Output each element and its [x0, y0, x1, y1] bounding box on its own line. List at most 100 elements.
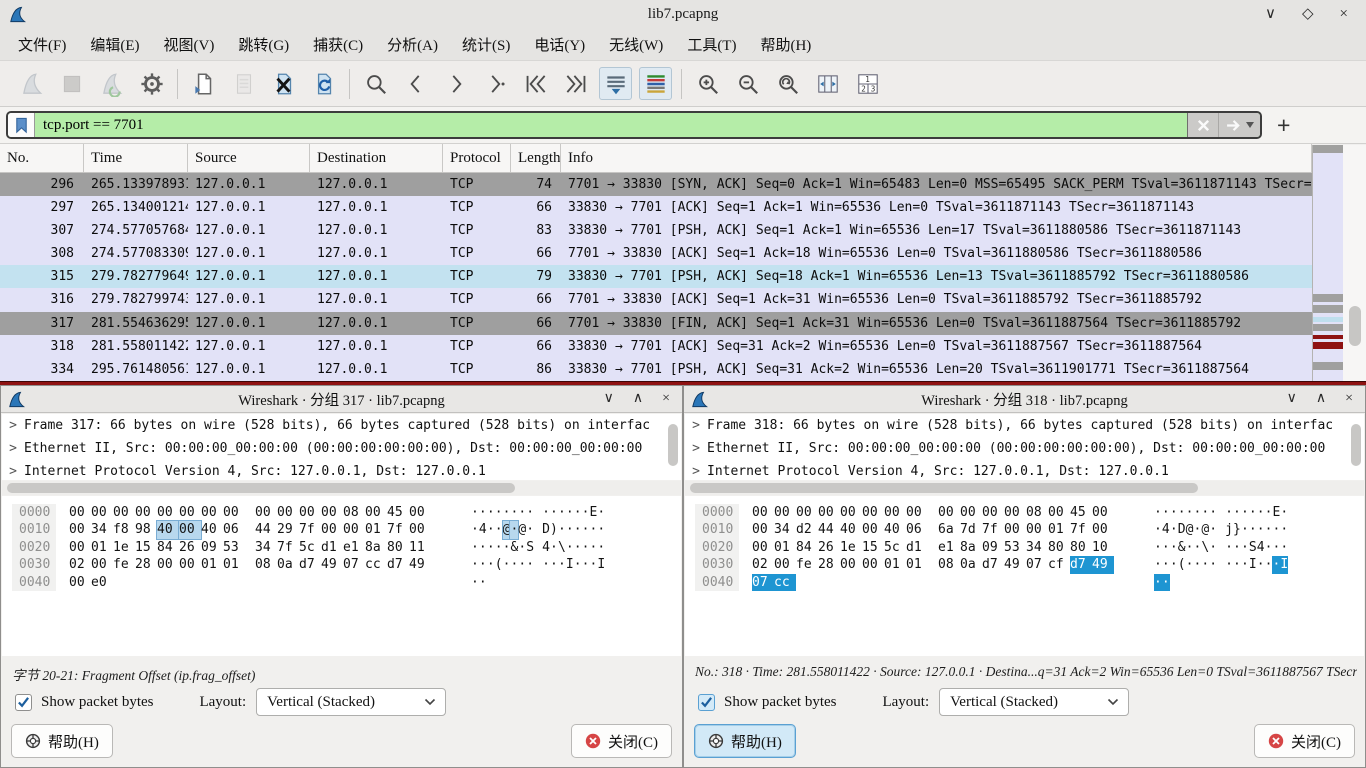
- ascii-char[interactable]: ·: [558, 521, 566, 538]
- ascii-char[interactable]: ·: [487, 539, 495, 556]
- go-back-button[interactable]: [399, 67, 432, 100]
- ascii-char[interactable]: ·: [1241, 556, 1249, 573]
- hex-byte[interactable]: 00: [752, 521, 774, 538]
- ascii-char[interactable]: @: [1186, 521, 1194, 538]
- ascii-char[interactable]: ·: [1249, 521, 1257, 538]
- file-reload-button[interactable]: [307, 67, 340, 100]
- hex-byte[interactable]: 00: [135, 504, 157, 521]
- column-header-time[interactable]: Time: [84, 144, 188, 172]
- ascii-char[interactable]: ·: [518, 504, 526, 521]
- column-header-info[interactable]: Info: [561, 144, 1312, 172]
- restore-icon[interactable]: ∧: [633, 392, 643, 406]
- hex-byte[interactable]: 01: [365, 521, 387, 538]
- ascii-char[interactable]: ·: [1178, 504, 1186, 521]
- hex-byte[interactable]: cc: [774, 574, 796, 591]
- ascii-char[interactable]: ·: [1265, 539, 1273, 556]
- ascii-char[interactable]: D: [542, 521, 550, 538]
- hex-byte[interactable]: 00: [862, 504, 884, 521]
- hex-byte[interactable]: 40: [884, 521, 906, 538]
- tree-row[interactable]: >Internet Protocol Version 4, Src: 127.0…: [2, 460, 681, 480]
- hex-byte[interactable]: 44: [818, 521, 840, 538]
- hex-byte[interactable]: 09: [982, 539, 1004, 556]
- ascii-char[interactable]: ·: [1257, 556, 1265, 573]
- menu-item-9[interactable]: 工具(T): [675, 29, 748, 60]
- ascii-char[interactable]: I: [597, 556, 605, 573]
- hex-byte[interactable]: 00: [752, 539, 774, 556]
- packet-list-scrollbar-thumb[interactable]: [1349, 306, 1361, 346]
- display-filter-input[interactable]: [35, 113, 1187, 137]
- auto-scroll-button[interactable]: [599, 67, 632, 100]
- hex-byte[interactable]: 00: [299, 504, 321, 521]
- hex-byte[interactable]: 00: [960, 504, 982, 521]
- hex-byte[interactable]: 7f: [1070, 521, 1092, 538]
- ascii-char[interactable]: ·: [510, 556, 518, 573]
- minimize-icon[interactable]: ∨: [604, 392, 614, 406]
- tree-row[interactable]: >Frame 318: 66 bytes on wire (528 bits),…: [685, 414, 1364, 437]
- ascii-char[interactable]: ·: [1233, 556, 1241, 573]
- hex-byte[interactable]: 00: [91, 556, 113, 573]
- ascii-char[interactable]: @: [503, 521, 511, 538]
- ascii-char[interactable]: ·: [1280, 521, 1288, 538]
- hex-byte[interactable]: 84: [796, 539, 818, 556]
- capture-stop-button[interactable]: [55, 67, 88, 100]
- hex-byte[interactable]: 00: [69, 574, 91, 591]
- ascii-char[interactable]: ·: [574, 521, 582, 538]
- ascii-char[interactable]: ·: [1170, 556, 1178, 573]
- packet-row[interactable]: 334295.761480561127.0.0.1127.0.0.1TCP863…: [0, 358, 1312, 381]
- tree-row[interactable]: >Ethernet II, Src: 00:00:00_00:00:00 (00…: [2, 437, 681, 460]
- ascii-char[interactable]: ·: [597, 521, 605, 538]
- ascii-char[interactable]: ·: [1241, 521, 1249, 538]
- ascii-char[interactable]: j: [1225, 521, 1233, 538]
- ascii-char[interactable]: ·: [1170, 521, 1178, 538]
- hex-byte[interactable]: 53: [1004, 539, 1026, 556]
- hex-byte[interactable]: 02: [752, 556, 774, 573]
- hex-byte[interactable]: 00: [1026, 521, 1048, 538]
- ascii-char[interactable]: \: [558, 539, 566, 556]
- ascii-char[interactable]: ·: [589, 556, 597, 573]
- ascii-char[interactable]: ·: [1193, 556, 1201, 573]
- hex-byte[interactable]: 53: [223, 539, 245, 556]
- hex-byte[interactable]: 7f: [299, 521, 321, 538]
- ascii-char[interactable]: ·: [1265, 504, 1273, 521]
- hex-byte[interactable]: 00: [223, 504, 245, 521]
- hex-byte[interactable]: 00: [1004, 521, 1026, 538]
- ascii-char[interactable]: ·: [566, 539, 574, 556]
- hex-byte[interactable]: 00: [409, 521, 431, 538]
- hex-byte[interactable]: 00: [818, 504, 840, 521]
- ascii-char[interactable]: ·: [479, 556, 487, 573]
- hex-byte[interactable]: d7: [299, 556, 321, 573]
- hex-byte[interactable]: 5c: [884, 539, 906, 556]
- ascii-char[interactable]: ·: [1272, 539, 1280, 556]
- hex-byte[interactable]: 00: [409, 504, 431, 521]
- hex-byte[interactable]: 08: [343, 504, 365, 521]
- ascii-char[interactable]: 4: [479, 521, 487, 538]
- hex-byte[interactable]: 80: [387, 539, 409, 556]
- menu-item-2[interactable]: 视图(V): [152, 29, 227, 60]
- hex-byte[interactable]: 5c: [299, 539, 321, 556]
- ascii-char[interactable]: ·: [471, 556, 479, 573]
- tree-expander-icon[interactable]: >: [685, 460, 707, 480]
- hex-byte[interactable]: d2: [796, 521, 818, 538]
- ascii-char[interactable]: ·: [1225, 539, 1233, 556]
- file-save-button[interactable]: [227, 67, 260, 100]
- hex-byte[interactable]: 84: [157, 539, 179, 556]
- ascii-char[interactable]: I: [1249, 556, 1257, 573]
- filter-add-button[interactable]: +: [1277, 114, 1290, 137]
- hex-byte[interactable]: 00: [179, 521, 201, 538]
- packet-row[interactable]: 297265.134001214127.0.0.1127.0.0.1TCP663…: [0, 196, 1312, 219]
- ascii-char[interactable]: &: [1178, 539, 1186, 556]
- hex-byte[interactable]: 0a: [277, 556, 299, 573]
- filter-bookmark-button[interactable]: [8, 113, 35, 137]
- tree-row[interactable]: >Internet Protocol Version 4, Src: 127.0…: [685, 460, 1364, 480]
- ascii-char[interactable]: S: [526, 539, 534, 556]
- hex-byte[interactable]: 00: [343, 521, 365, 538]
- ascii-char[interactable]: ·: [1280, 539, 1288, 556]
- ascii-char[interactable]: ·: [1154, 504, 1162, 521]
- ascii-char[interactable]: ·: [1257, 504, 1265, 521]
- hex-byte[interactable]: 98: [135, 521, 157, 538]
- hex-byte[interactable]: 00: [365, 504, 387, 521]
- ascii-char[interactable]: (: [495, 556, 503, 573]
- go-last-button[interactable]: [559, 67, 592, 100]
- hex-byte[interactable]: 15: [135, 539, 157, 556]
- ascii-char[interactable]: ·: [582, 521, 590, 538]
